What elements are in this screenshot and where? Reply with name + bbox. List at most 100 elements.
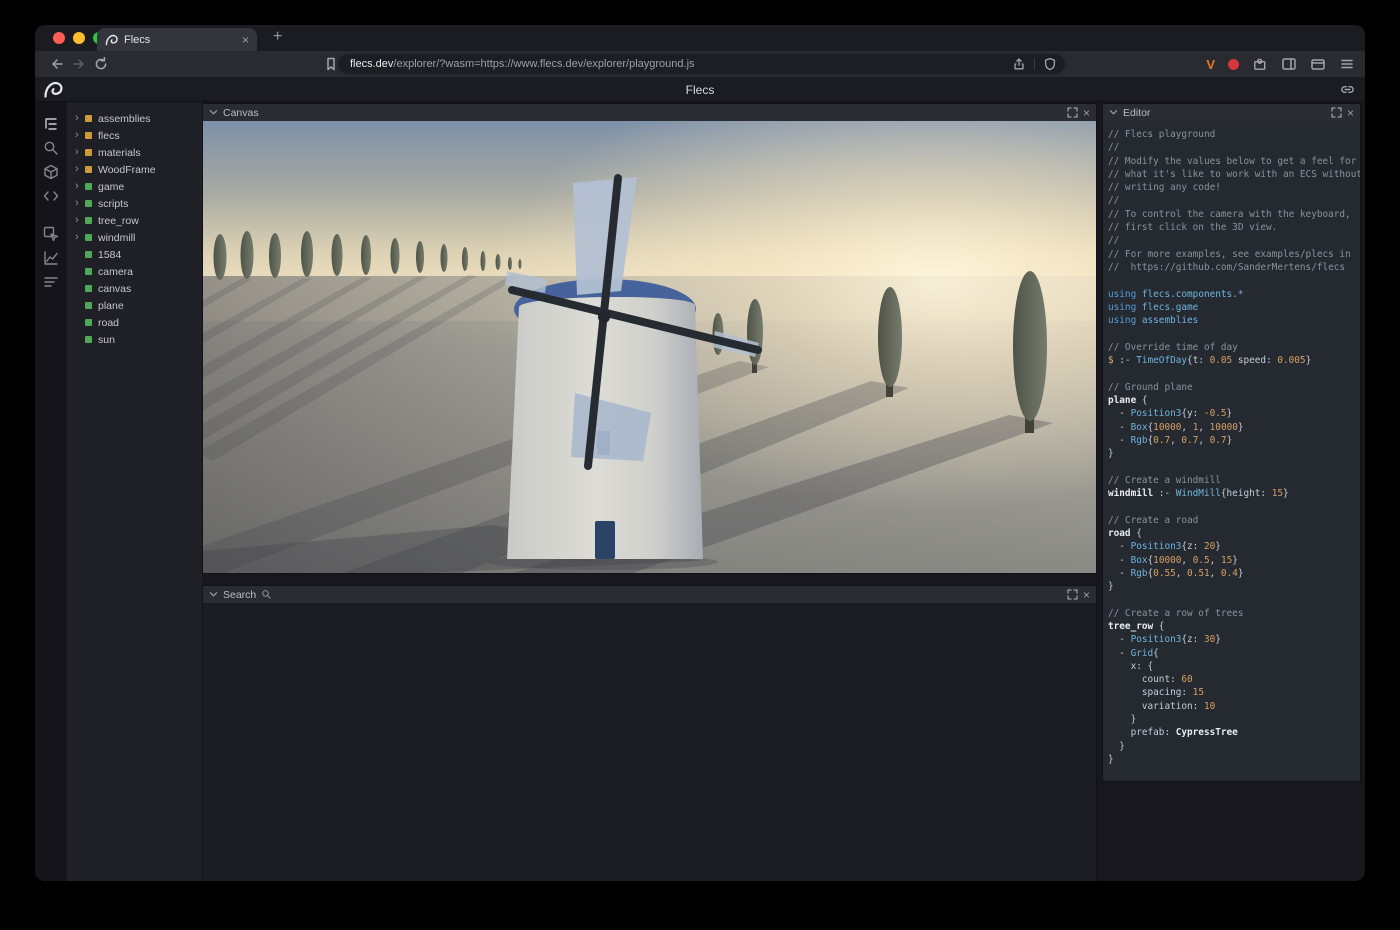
stats-icon[interactable] [43,274,59,290]
canvas-panel-header: Canvas × [203,104,1096,121]
code-line: // Override time of day [1108,341,1360,354]
tree-item-label: road [98,317,119,329]
expander-icon[interactable]: › [75,113,85,124]
flecs-explorer-page: Flecs [35,77,1365,881]
menu-icon[interactable] [1339,56,1355,72]
code-line: - Rgb{0.55, 0.51, 0.4} [1108,567,1360,580]
v-extension-icon[interactable]: V [1206,57,1215,72]
tree-item-WoodFrame[interactable]: › WoodFrame [67,161,202,178]
tree-item-label: camera [98,266,133,278]
code-editor[interactable]: // Flecs playground//// Modify the value… [1103,121,1360,781]
tree-item-sun[interactable]: sun [67,331,202,348]
code-line: - Box{10000, 1, 10000} [1108,421,1360,434]
cube-icon[interactable] [43,164,59,180]
code-line: } [1108,753,1360,766]
red-extension-icon[interactable] [1228,59,1239,70]
share-icon[interactable] [1012,57,1026,71]
sidebar-toggle-icon[interactable] [1281,56,1297,72]
code-line: prefab: CypressTree [1108,726,1360,739]
forward-icon[interactable] [71,56,87,72]
search-results-area[interactable] [203,603,1096,881]
expander-icon[interactable]: › [75,130,85,141]
toolbar-extensions: V [1206,51,1355,77]
tab-strip: Flecs × + [35,25,1365,51]
tree-item-flecs[interactable]: ›flecs [67,127,202,144]
canvas-3d-view[interactable] [203,121,1096,573]
entity-tree-icon[interactable] [43,116,59,132]
search-icon [261,589,272,600]
close-icon[interactable]: × [1347,107,1354,119]
wallet-icon[interactable] [1310,56,1326,72]
tree-item-plane[interactable]: plane [67,297,202,314]
entity-badge [85,200,92,207]
editor-panel: Editor × // Flecs playground//// Modify … [1103,104,1360,781]
share-link-icon[interactable] [1340,82,1355,97]
new-tab-button[interactable]: + [273,28,282,46]
inspect-icon[interactable] [43,226,59,242]
module-badge [85,132,92,139]
tree-item-road[interactable]: road [67,314,202,331]
tab-title: Flecs [124,34,236,46]
code-line: } [1108,580,1360,593]
entity-badge [85,285,92,292]
url-bar[interactable]: flecs.dev/explorer/?wasm=https://www.fle… [338,54,1065,74]
left-toolbar [35,102,67,881]
expand-icon[interactable] [1331,107,1342,118]
entity-badge [85,251,92,258]
tree-item-label: WoodFrame [98,164,156,176]
bookmarks-icon[interactable] [323,56,339,72]
code-line: - Position3{y: -0.5} [1108,407,1360,420]
tree-item-materials[interactable]: ›materials [67,144,202,161]
code-icon[interactable] [43,188,59,204]
canvas-panel: Canvas × [203,104,1096,573]
code-line: } [1108,740,1360,753]
code-line [1108,367,1360,380]
tree-item-windmill[interactable]: ›windmill [67,229,202,246]
expander-icon[interactable]: › [75,181,85,192]
chevron-down-icon[interactable] [209,109,218,116]
tree-item-label: 1584 [98,249,121,261]
reload-icon[interactable] [93,56,109,72]
minimize-window-button[interactable] [73,32,85,44]
extensions-puzzle-icon[interactable] [1252,56,1268,72]
code-line [1108,327,1360,340]
expander-icon[interactable]: › [75,164,85,175]
url-host: flecs.dev [350,58,393,70]
browser-tab[interactable]: Flecs × [97,28,257,51]
chevron-down-icon[interactable] [209,591,218,598]
tab-close-icon[interactable]: × [242,34,249,46]
expander-icon[interactable]: › [75,232,85,243]
tree-item-camera[interactable]: camera [67,263,202,280]
close-icon[interactable]: × [1083,589,1090,601]
brave-shield-icon[interactable] [1043,57,1057,71]
entity-tree: ›assemblies›flecs›materials›WoodFrame›ga… [67,102,202,881]
tree-item-label: tree_row [98,215,139,227]
editor-panel-header: Editor × [1103,104,1360,121]
back-icon[interactable] [49,56,65,72]
entity-badge [85,183,92,190]
code-line: x: { [1108,660,1360,673]
close-window-button[interactable] [53,32,65,44]
expand-icon[interactable] [1067,107,1078,118]
search-icon[interactable] [43,140,59,156]
code-line: using flecs.game [1108,301,1360,314]
chevron-down-icon[interactable] [1109,109,1118,116]
close-icon[interactable]: × [1083,107,1090,119]
tree-item-game[interactable]: ›game [67,178,202,195]
tree-item-scripts[interactable]: ›scripts [67,195,202,212]
search-panel: Search × [203,586,1096,881]
entity-badge [85,336,92,343]
code-line: // what it's like to work with an ECS wi… [1108,168,1360,181]
chart-icon[interactable] [43,250,59,266]
expander-icon[interactable]: › [75,215,85,226]
code-line [1108,460,1360,473]
expander-icon[interactable]: › [75,147,85,158]
tree-item-tree_row[interactable]: › tree_row [67,212,202,229]
expand-icon[interactable] [1067,589,1078,600]
code-line: // [1108,234,1360,247]
tree-item-assemblies[interactable]: ›assemblies [67,110,202,127]
navigation-bar: flecs.dev/explorer/?wasm=https://www.fle… [35,51,1365,77]
tree-item-1584[interactable]: 1584 [67,246,202,263]
expander-icon[interactable]: › [75,198,85,209]
tree-item-canvas[interactable]: canvas [67,280,202,297]
